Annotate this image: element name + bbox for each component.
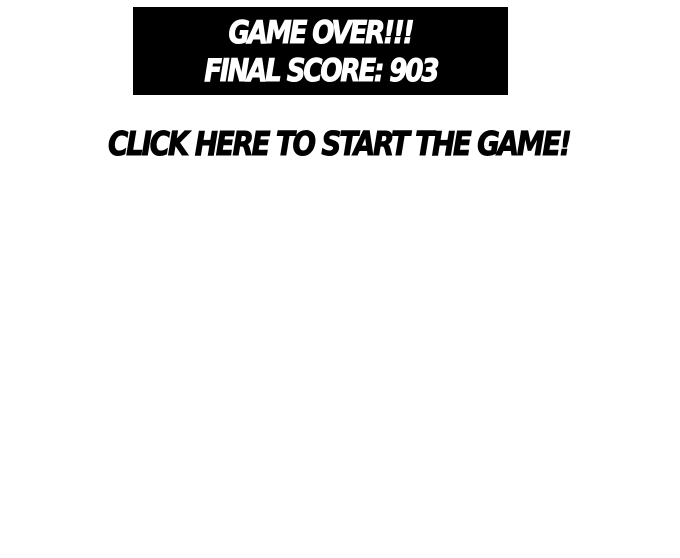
final-score-text: FINAL SCORE: 903 — [203, 53, 439, 90]
start-game-link[interactable]: CLICK HERE TO START THE GAME! — [108, 118, 573, 168]
game-over-title: GAME OVER!!! — [228, 15, 415, 52]
start-game-label: CLICK HERE TO START THE GAME! — [108, 123, 573, 163]
game-over-panel: GAME OVER!!! FINAL SCORE: 903 — [133, 7, 508, 95]
